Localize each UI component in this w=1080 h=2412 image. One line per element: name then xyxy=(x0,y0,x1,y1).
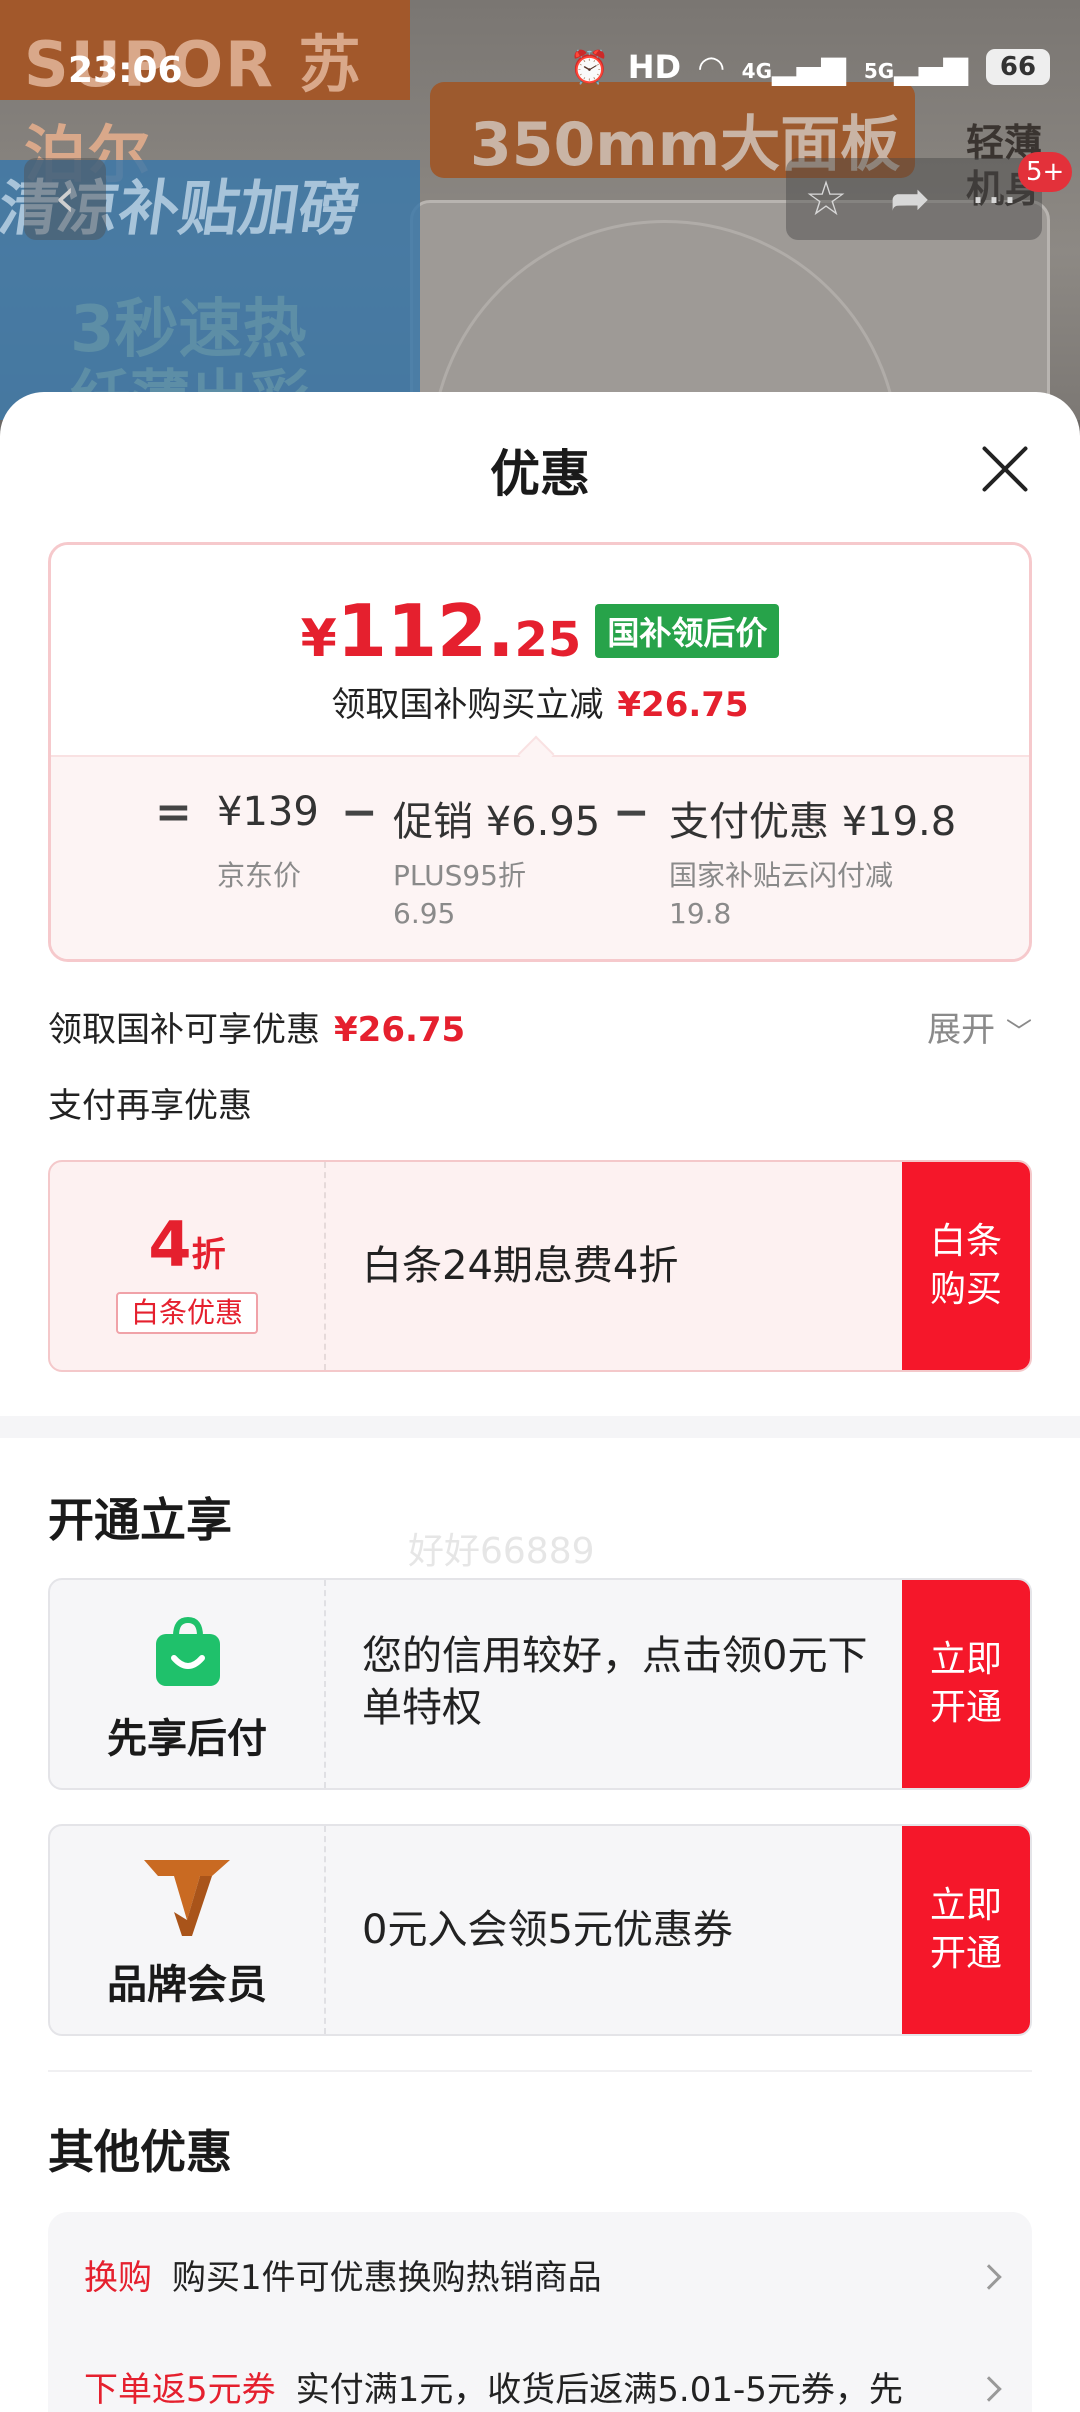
chevron-right-icon xyxy=(976,2264,1002,2290)
brand-v-logo-icon xyxy=(142,1856,232,1940)
promo-label: PLUS95折 6.95 xyxy=(393,859,526,930)
coupon-divider xyxy=(324,1162,326,1370)
baitiao-coupon[interactable]: 4折 白条优惠 白条24期息费4折 白条购买 xyxy=(48,1160,1032,1372)
saving-value: ¥26.75 xyxy=(617,685,749,725)
baitiao-buy-label: 白条购买 xyxy=(929,1221,1002,1310)
expand-toggle[interactable]: 展开 ﹀ xyxy=(927,1002,1032,1051)
brand-member-desc: 0元入会领5元优惠券 xyxy=(362,1907,733,1953)
offer-text: 实付满1元，收货后返满5.01-5元券，先 xyxy=(295,2370,903,2410)
share-icon[interactable]: ➦ xyxy=(870,158,950,240)
price-breakdown: = ¥139 京东价 − 促销 ¥6.95 PLUS95折 6.95 − 支付优惠… xyxy=(51,755,1029,959)
discount-sheet: 优惠 ¥112.25 国补领后价 领取国补购买立减 ¥26.75 = ¥139 京东… xyxy=(0,392,1080,2412)
calc-op-equals: = xyxy=(155,787,192,838)
other-section-title: 其他优惠 xyxy=(48,2125,232,2179)
baitiao-desc: 白条24期息费4折 xyxy=(362,1243,679,1289)
alarm-icon: ⏰ xyxy=(569,48,610,86)
back-button[interactable]: ‹ xyxy=(24,158,106,240)
subsidy-value: ¥26.75 xyxy=(334,1010,466,1050)
section-gap xyxy=(0,1416,1080,1438)
baitiao-buy-button[interactable]: 白条购买 xyxy=(902,1162,1030,1370)
star-icon[interactable]: ☆ xyxy=(786,158,866,240)
brand-member-open-label: 立即开通 xyxy=(929,1885,1002,1974)
pay-later-name: 先享后付 xyxy=(107,1716,267,1762)
watermark: 好好66889 xyxy=(408,1531,595,1572)
price-card: ¥112.25 国补领后价 领取国补购买立减 ¥26.75 = ¥139 京东价 −… xyxy=(48,542,1032,962)
other-offers-box: 换购 购买1件可优惠换购热销商品 下单返5元券 实付满1元，收货后返满5.01-5元… xyxy=(48,2212,1032,2412)
signal-4g-icon: 4G▂▄▆ xyxy=(741,48,846,86)
clock: 23:06 xyxy=(68,50,183,91)
open-section-title: 开通立享 xyxy=(48,1493,232,1547)
price-saving: 领取国补购买立减 ¥26.75 xyxy=(51,677,1029,726)
offer-text: 购买1件可优惠换购热销商品 xyxy=(172,2258,602,2298)
baitiao-discount: 4折 xyxy=(148,1208,226,1281)
price-decimal: 25 xyxy=(514,612,582,668)
coupon-divider xyxy=(324,1826,326,2034)
subsidy-row: 领取国补可享优惠 ¥26.75 xyxy=(48,1002,465,1051)
payment-discount-label: 国家补贴云闪付减 19.8 xyxy=(669,859,894,930)
brand-member-open-button[interactable]: 立即开通 xyxy=(902,1826,1030,2034)
nav-actions: ☆ ➦ ⋯ xyxy=(786,158,1042,240)
chevron-left-icon: ‹ xyxy=(54,166,76,229)
jd-price-label: 京东价 xyxy=(217,859,302,892)
pay-later-card[interactable]: 先享后付 您的信用较好，点击领0元下单特权 立即开通 xyxy=(48,1578,1032,1790)
pay-again-label: 支付再享优惠 xyxy=(48,1086,252,1126)
brand-member-card[interactable]: 品牌会员 0元入会领5元优惠券 立即开通 xyxy=(48,1824,1032,2036)
expand-label: 展开 xyxy=(927,1010,996,1050)
hd-icon: HD xyxy=(627,48,682,86)
signal-5g-icon: 5G▂▄▆ xyxy=(863,48,968,86)
pay-later-open-button[interactable]: 立即开通 xyxy=(902,1580,1030,1788)
other-offer-row[interactable]: 下单返5元券 实付满1元，收货后返满5.01-5元券，先 xyxy=(84,2362,964,2411)
final-price: ¥112.25 国补领后价 xyxy=(51,589,1029,673)
coupon-divider xyxy=(324,1580,326,1788)
status-icons: ⏰ HD ◠ 4G▂▄▆ 5G▂▄▆ 66 xyxy=(570,48,1050,86)
saving-label: 领取国补购买立减 xyxy=(331,685,604,725)
brand-member-name: 品牌会员 xyxy=(107,1962,267,2008)
payment-discount-value: 支付优惠 ¥19.8 xyxy=(669,799,957,845)
chevron-right-icon xyxy=(976,2376,1002,2402)
chevron-down-icon: ﹀ xyxy=(1005,1018,1032,1048)
price-integer: 112. xyxy=(336,589,515,673)
subsidy-label: 领取国补可享优惠 xyxy=(48,1010,320,1050)
subsidy-price-tag: 国补领后价 xyxy=(595,604,780,658)
shopping-bag-icon xyxy=(152,1616,224,1688)
calc-op-minus-2: − xyxy=(613,787,650,838)
price-currency: ¥ xyxy=(300,609,337,669)
promo-value: 促销 ¥6.95 xyxy=(393,799,601,845)
close-icon[interactable] xyxy=(978,442,1032,496)
pay-later-open-label: 立即开通 xyxy=(929,1639,1002,1728)
baitiao-tag: 白条优惠 xyxy=(116,1292,258,1334)
offer-tag: 换购 xyxy=(84,2258,152,2298)
other-offer-row[interactable]: 换购 购买1件可优惠换购热销商品 xyxy=(84,2250,964,2299)
pay-later-desc: 您的信用较好，点击领0元下单特权 xyxy=(362,1633,868,1731)
divider xyxy=(48,2070,1032,2072)
jd-price-value: ¥139 xyxy=(217,789,319,835)
battery-icon: 66 xyxy=(986,49,1050,85)
status-bar: 23:06 ⏰ HD ◠ 4G▂▄▆ 5G▂▄▆ 66 xyxy=(0,0,1080,140)
notification-badge: 5+ xyxy=(1018,152,1073,192)
calc-op-minus-1: − xyxy=(341,787,378,838)
price-summary: ¥112.25 国补领后价 领取国补购买立减 ¥26.75 xyxy=(51,545,1029,755)
offer-tag: 下单返5元券 xyxy=(84,2370,276,2410)
sheet-title: 优惠 xyxy=(490,445,590,503)
wifi-icon: ◠ xyxy=(699,48,724,86)
